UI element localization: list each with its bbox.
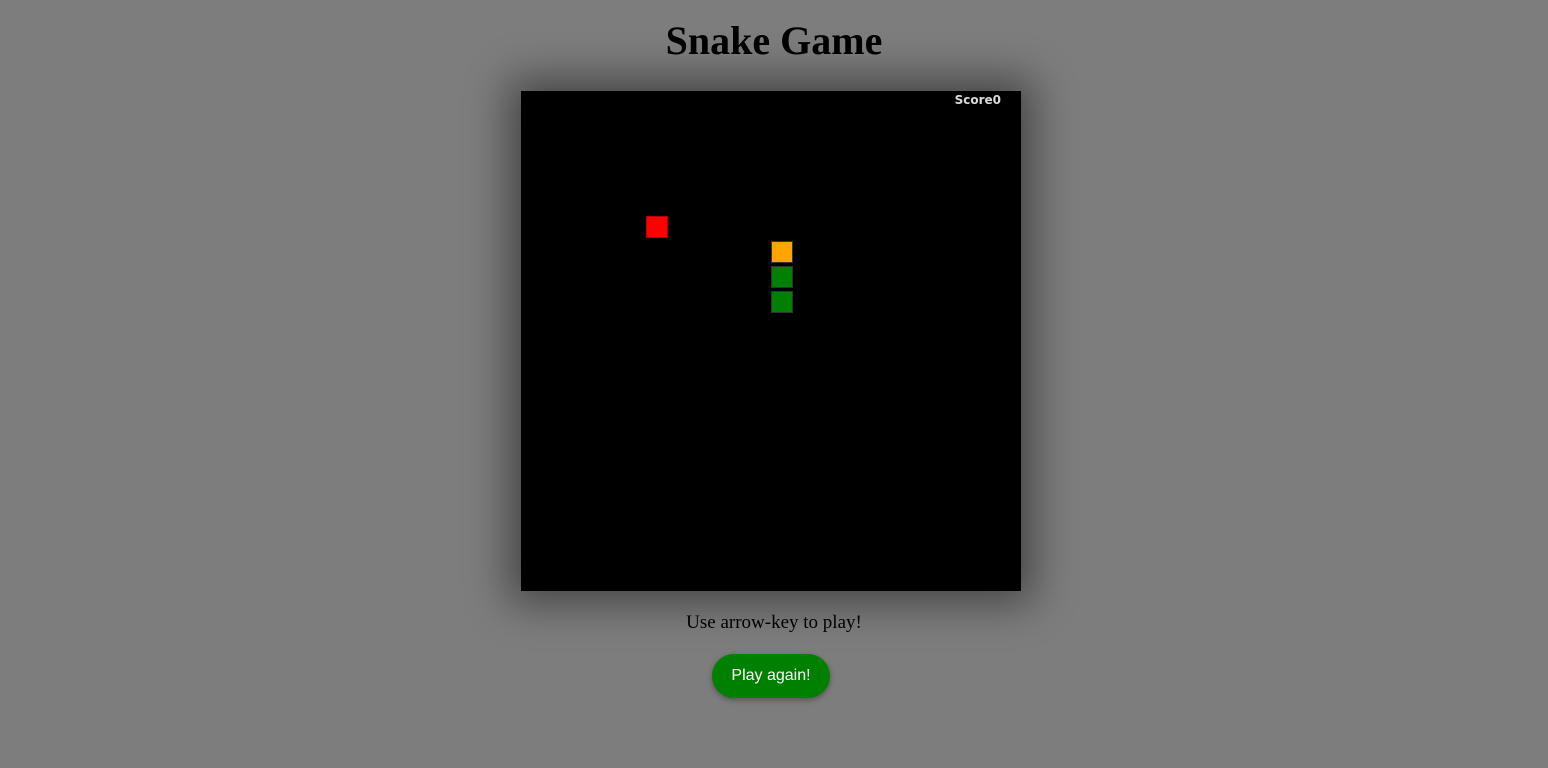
play-again-button[interactable]: Play again! (712, 654, 830, 698)
page-title: Snake Game (665, 18, 883, 63)
instructions-text: Use arrow-key to play! (686, 612, 862, 633)
score-value: 0 (992, 93, 1001, 107)
snake-head (771, 241, 793, 263)
game-board[interactable]: Score0 (521, 91, 1021, 591)
score-label: Score (954, 93, 993, 107)
snake-segment (771, 291, 793, 313)
snake-segment (771, 266, 793, 288)
food-item (646, 216, 668, 238)
score-display: Score0 (955, 93, 1001, 107)
